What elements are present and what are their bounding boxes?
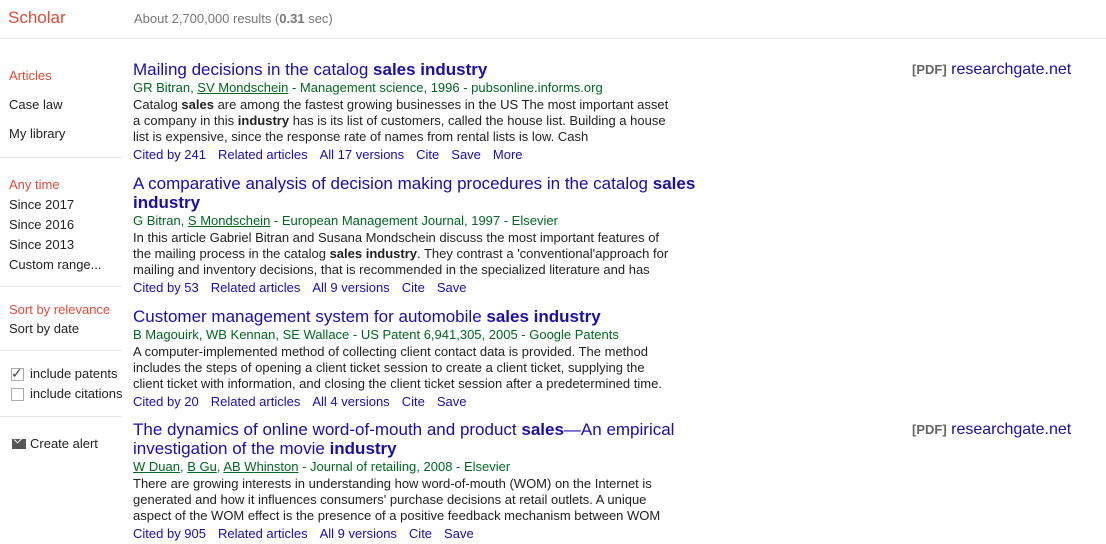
result-link-save[interactable]: Save — [444, 526, 474, 541]
sidebar-item-articles[interactable]: Articles — [9, 68, 52, 83]
result-link-all-4-versions[interactable]: All 4 versions — [312, 394, 389, 409]
scholar-logo[interactable]: Scholar — [8, 8, 66, 28]
result-snippet: In this article Gabriel Bitran and Susan… — [133, 230, 669, 277]
stats-prefix: About 2,700,000 results ( — [134, 11, 280, 26]
stats-suffix: sec) — [304, 11, 333, 26]
result-link-all-9-versions[interactable]: All 9 versions — [312, 280, 389, 295]
result-snippet: There are growing interests in understan… — [133, 476, 661, 523]
result-link-related-articles[interactable]: Related articles — [211, 280, 301, 295]
result-title[interactable]: Customer management system for automobil… — [133, 307, 713, 326]
result-link-cited-by-53[interactable]: Cited by 53 — [133, 280, 199, 295]
result-snippet: Catalog sales are among the fastest grow… — [133, 97, 669, 144]
result-link-cite[interactable]: Cite — [409, 526, 432, 541]
sidebar-item-since-2017[interactable]: Since 2017 — [9, 197, 74, 212]
pdf-link[interactable]: [PDF] researchgate.net — [912, 61, 1071, 79]
result-link-cite[interactable]: Cite — [416, 147, 439, 162]
envelope-icon — [12, 439, 26, 449]
include-patents-label[interactable]: include patents — [30, 366, 117, 381]
sidebar-item-any-time[interactable]: Any time — [9, 177, 60, 192]
sidebar-item-custom-range[interactable]: Custom range... — [9, 257, 102, 272]
sidebar-divider — [0, 350, 122, 351]
result-item: A comparative analysis of decision makin… — [133, 174, 713, 296]
result-link-related-articles[interactable]: Related articles — [218, 526, 308, 541]
sidebar-divider — [0, 286, 122, 287]
pdf-tag: [PDF] — [912, 62, 947, 77]
sidebar-item-case-law[interactable]: Case law — [9, 97, 62, 112]
result-authors: B Magouirk, WB Kennan, SE Wallace - US P… — [133, 327, 619, 342]
result-link-cited-by-905[interactable]: Cited by 905 — [133, 526, 206, 541]
result-link-save[interactable]: Save — [451, 147, 481, 162]
result-link-cite[interactable]: Cite — [402, 394, 425, 409]
result-link-save[interactable]: Save — [437, 280, 467, 295]
pdf-link[interactable]: [PDF] researchgate.net — [912, 421, 1071, 439]
result-link-related-articles[interactable]: Related articles — [218, 147, 308, 162]
sidebar-item-since-2016[interactable]: Since 2016 — [9, 217, 74, 232]
include-citations-checkbox[interactable] — [11, 388, 24, 401]
result-title[interactable]: A comparative analysis of decision makin… — [133, 174, 713, 212]
result-link-more[interactable]: More — [493, 147, 523, 162]
top-bar: Scholar About 2,700,000 results (0.31 se… — [0, 0, 1106, 39]
result-links: Cited by 905 Related articles All 9 versio… — [133, 525, 713, 542]
result-link-related-articles[interactable]: Related articles — [211, 394, 301, 409]
result-link-all-17-versions[interactable]: All 17 versions — [320, 147, 405, 162]
result-authors: GR Bitran, SV Mondschein - Management sc… — [133, 80, 603, 95]
sidebar-divider — [0, 416, 122, 417]
result-links: Cited by 241 Related articles All 17 versi… — [133, 146, 713, 163]
result-links: Cited by 20 Related articles All 4 version… — [133, 393, 713, 410]
sidebar-divider — [0, 157, 122, 158]
create-alert-link[interactable]: Create alert — [30, 436, 98, 451]
result-link-all-9-versions[interactable]: All 9 versions — [320, 526, 397, 541]
result-title[interactable]: Mailing decisions in the catalog sales i… — [133, 60, 713, 79]
result-link-save[interactable]: Save — [437, 394, 467, 409]
pdf-source: researchgate.net — [951, 421, 1072, 438]
result-item: The dynamics of online word-of-mouth and… — [133, 420, 713, 542]
sidebar-item-since-2013[interactable]: Since 2013 — [9, 237, 74, 252]
sidebar-item-sort-date[interactable]: Sort by date — [9, 321, 79, 336]
result-link-cite[interactable]: Cite — [402, 280, 425, 295]
result-link-cited-by-241[interactable]: Cited by 241 — [133, 147, 206, 162]
sidebar-item-my-library[interactable]: My library — [9, 126, 65, 141]
result-link-cited-by-20[interactable]: Cited by 20 — [133, 394, 199, 409]
result-title[interactable]: The dynamics of online word-of-mouth and… — [133, 420, 713, 458]
result-item: Customer management system for automobil… — [133, 307, 713, 410]
pdf-source: researchgate.net — [951, 61, 1072, 78]
result-links: Cited by 53 Related articles All 9 version… — [133, 279, 713, 296]
result-authors: G Bitran, S Mondschein - European Manage… — [133, 213, 558, 228]
sidebar-item-sort-relevance[interactable]: Sort by relevance — [9, 302, 110, 317]
pdf-tag: [PDF] — [912, 422, 947, 437]
include-patents-checkbox[interactable] — [11, 365, 24, 382]
result-snippet: A computer-implemented method of collect… — [133, 344, 662, 391]
result-item: Mailing decisions in the catalog sales i… — [133, 60, 713, 163]
include-citations-label[interactable]: include citations — [30, 386, 123, 401]
stats-time: 0.31 — [279, 11, 305, 26]
result-authors: W Duan, B Gu, AB Whinston - Journal of r… — [133, 459, 511, 474]
results-stats: About 2,700,000 results (0.31 sec) — [134, 11, 333, 26]
